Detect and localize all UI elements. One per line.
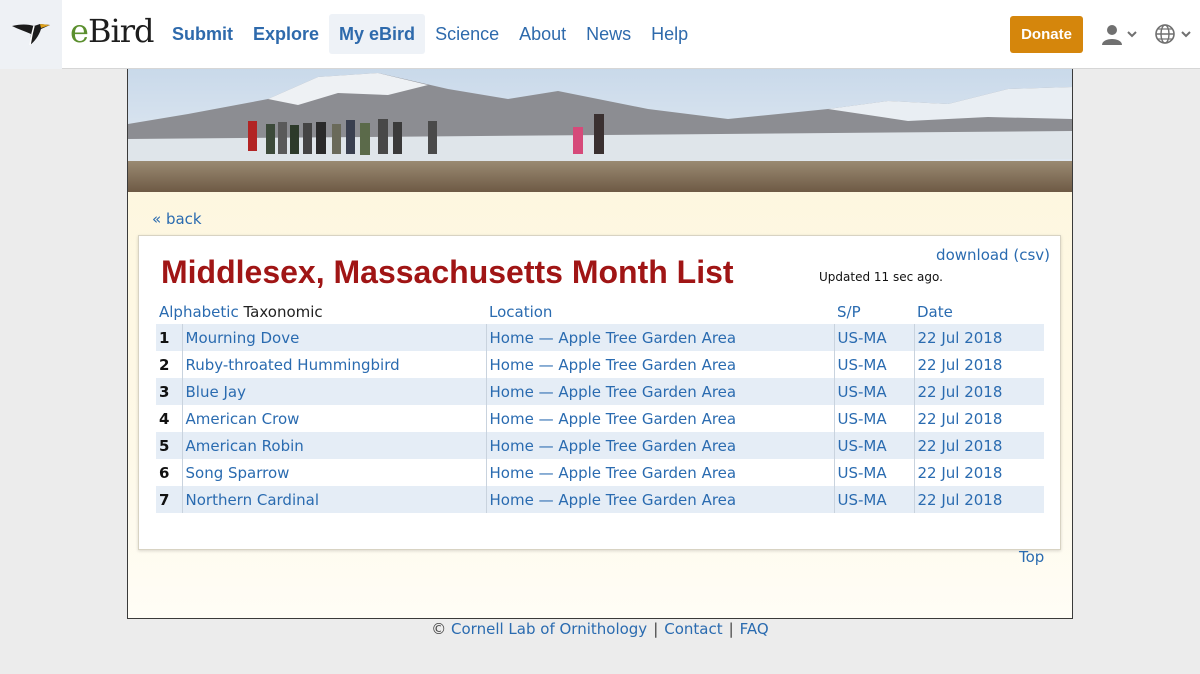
- page-title: Middlesex, Massachusetts Month List: [161, 254, 734, 290]
- table-row: 5 American Robin Home — Apple Tree Garde…: [156, 432, 1044, 459]
- ebird-wordmark[interactable]: eBird: [70, 12, 155, 50]
- location-link[interactable]: Home — Apple Tree Garden Area: [490, 356, 737, 374]
- date-header[interactable]: Date: [914, 300, 1044, 324]
- banner-photo: [128, 69, 1072, 192]
- table-row: 6 Song Sparrow Home — Apple Tree Garden …: [156, 459, 1044, 486]
- row-number: 1: [156, 324, 183, 351]
- nav-about[interactable]: About: [509, 14, 576, 54]
- date-link[interactable]: 22 Jul 2018: [918, 356, 1003, 374]
- download-csv-link[interactable]: download (csv): [936, 246, 1050, 264]
- brand-e: e: [70, 12, 89, 50]
- location-link[interactable]: Home — Apple Tree Garden Area: [490, 329, 737, 347]
- sp-link[interactable]: US-MA: [838, 437, 887, 455]
- species-link[interactable]: American Crow: [186, 410, 300, 428]
- globe-icon: [1155, 24, 1175, 44]
- chevron-down-icon: [1127, 31, 1137, 38]
- nav-news[interactable]: News: [576, 14, 641, 54]
- nav-explore[interactable]: Explore: [243, 14, 329, 54]
- logo-box[interactable]: [0, 0, 62, 69]
- location-link[interactable]: Home — Apple Tree Garden Area: [490, 383, 737, 401]
- row-number: 3: [156, 378, 183, 405]
- location-header[interactable]: Location: [486, 300, 834, 324]
- location-sort-link[interactable]: Location: [489, 303, 552, 321]
- chevron-down-icon: [1181, 31, 1191, 38]
- species-link[interactable]: Mourning Dove: [186, 329, 300, 347]
- date-link[interactable]: 22 Jul 2018: [918, 464, 1003, 482]
- cornell-lab-link[interactable]: Cornell Lab of Ornithology: [451, 620, 647, 638]
- brand-rest: Bird: [87, 12, 155, 50]
- location-link[interactable]: Home — Apple Tree Garden Area: [490, 410, 737, 428]
- table-row: 2 Ruby-throated Hummingbird Home — Apple…: [156, 351, 1044, 378]
- species-link[interactable]: American Robin: [186, 437, 304, 455]
- species-link[interactable]: Blue Jay: [186, 383, 246, 401]
- location-link[interactable]: Home — Apple Tree Garden Area: [490, 464, 737, 482]
- faq-link[interactable]: FAQ: [740, 620, 769, 638]
- table-row: 4 American Crow Home — Apple Tree Garden…: [156, 405, 1044, 432]
- date-link[interactable]: 22 Jul 2018: [918, 410, 1003, 428]
- back-link[interactable]: « back: [152, 210, 202, 228]
- table-row: 1 Mourning Dove Home — Apple Tree Garden…: [156, 324, 1044, 351]
- content-frame: « back Middlesex, Massachusetts Month Li…: [127, 69, 1073, 619]
- sp-link[interactable]: US-MA: [838, 356, 887, 374]
- user-icon: [1102, 25, 1122, 45]
- language-menu[interactable]: [1154, 22, 1194, 48]
- month-list-panel: Middlesex, Massachusetts Month List down…: [138, 235, 1061, 550]
- sort-header: Alphabetic Taxonomic: [156, 300, 486, 324]
- date-link[interactable]: 22 Jul 2018: [918, 329, 1003, 347]
- sp-link[interactable]: US-MA: [838, 464, 887, 482]
- nav-science[interactable]: Science: [425, 14, 509, 54]
- donate-button[interactable]: Donate: [1010, 16, 1083, 53]
- row-number: 7: [156, 486, 183, 513]
- nav-my-ebird[interactable]: My eBird: [329, 14, 426, 54]
- updated-status: Updated 11 sec ago.: [819, 270, 943, 284]
- species-link[interactable]: Ruby-throated Hummingbird: [186, 356, 400, 374]
- sp-link[interactable]: US-MA: [838, 410, 887, 428]
- row-number: 5: [156, 432, 183, 459]
- species-link[interactable]: Northern Cardinal: [186, 491, 319, 509]
- footer: © Cornell Lab of Ornithology | Contact | FAQ: [0, 620, 1200, 638]
- sort-taxonomic-label: Taxonomic: [243, 303, 323, 321]
- main-nav: Submit Explore My eBird Science About Ne…: [162, 14, 698, 54]
- date-sort-link[interactable]: Date: [917, 303, 953, 321]
- top-link[interactable]: Top: [1019, 548, 1044, 566]
- table-header-row: Alphabetic Taxonomic Location S/P Date: [156, 300, 1044, 324]
- sp-link[interactable]: US-MA: [838, 383, 887, 401]
- location-link[interactable]: Home — Apple Tree Garden Area: [490, 437, 737, 455]
- table-row: 7 Northern Cardinal Home — Apple Tree Ga…: [156, 486, 1044, 513]
- banner-landscape-image: [128, 69, 1072, 192]
- sp-sort-link[interactable]: S/P: [837, 303, 861, 321]
- footer-separator: |: [728, 620, 734, 638]
- sp-header[interactable]: S/P: [834, 300, 914, 324]
- row-number: 6: [156, 459, 183, 486]
- top-nav-bar: eBird Submit Explore My eBird Science Ab…: [0, 0, 1200, 69]
- sp-link[interactable]: US-MA: [838, 491, 887, 509]
- date-link[interactable]: 22 Jul 2018: [918, 383, 1003, 401]
- species-table: Alphabetic Taxonomic Location S/P Date 1…: [156, 300, 1044, 513]
- sort-alphabetic-link[interactable]: Alphabetic: [159, 303, 239, 321]
- sp-link[interactable]: US-MA: [838, 329, 887, 347]
- contact-link[interactable]: Contact: [664, 620, 722, 638]
- date-link[interactable]: 22 Jul 2018: [918, 491, 1003, 509]
- cardinal-bird-logo-icon: [12, 24, 50, 46]
- species-link[interactable]: Song Sparrow: [186, 464, 290, 482]
- copyright-symbol: ©: [431, 620, 447, 638]
- nav-submit[interactable]: Submit: [162, 14, 243, 54]
- user-menu[interactable]: [1100, 22, 1140, 48]
- row-number: 2: [156, 351, 183, 378]
- table-row: 3 Blue Jay Home — Apple Tree Garden Area…: [156, 378, 1044, 405]
- date-link[interactable]: 22 Jul 2018: [918, 437, 1003, 455]
- nav-help[interactable]: Help: [641, 14, 698, 54]
- row-number: 4: [156, 405, 183, 432]
- footer-separator: |: [653, 620, 659, 638]
- location-link[interactable]: Home — Apple Tree Garden Area: [490, 491, 737, 509]
